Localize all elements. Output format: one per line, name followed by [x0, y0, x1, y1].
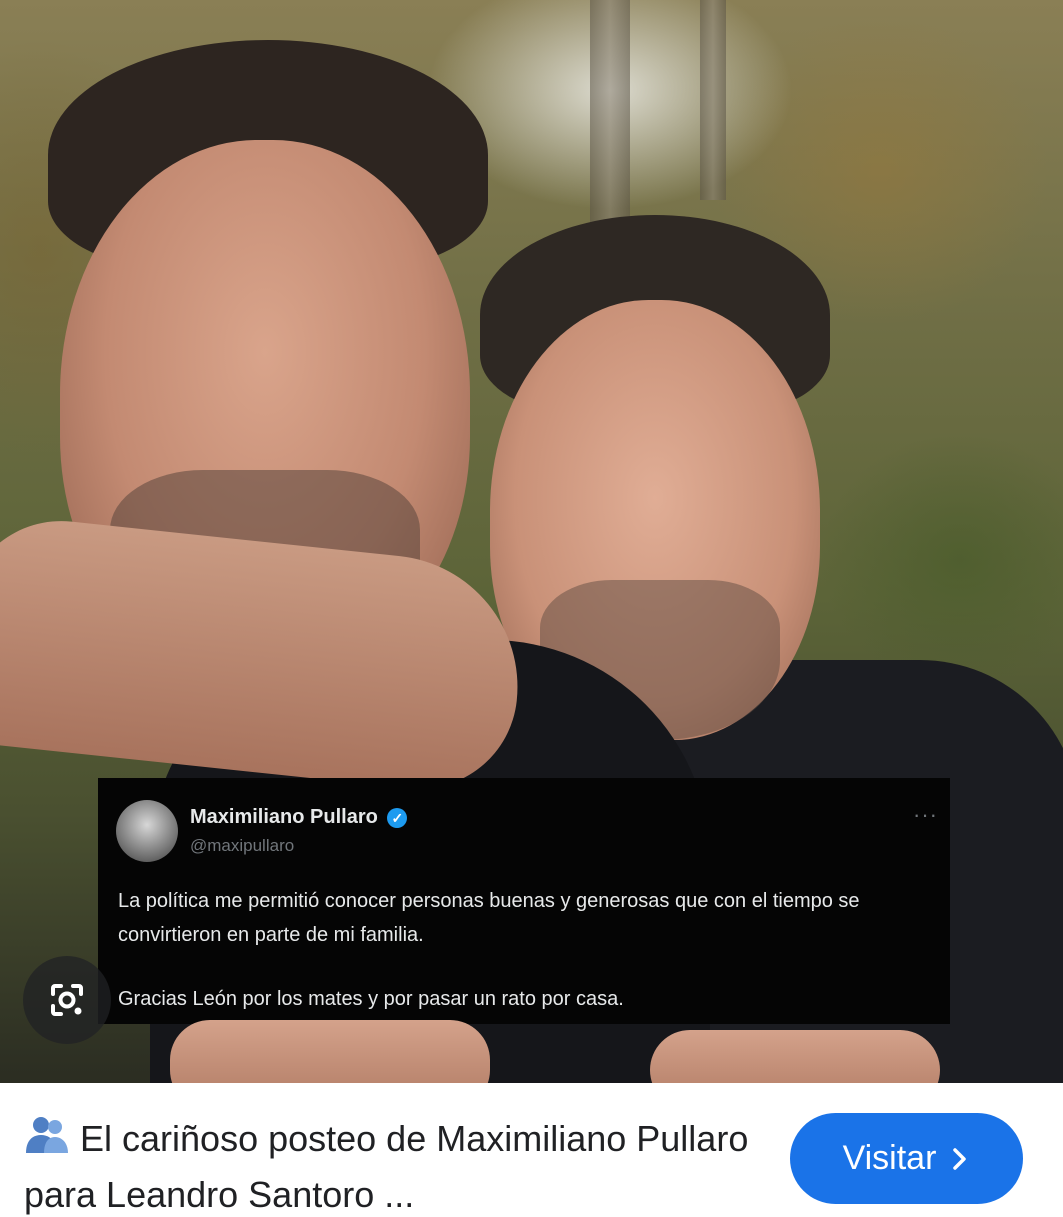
tweet-author-name-text: Maximiliano Pullaro: [190, 806, 378, 828]
result-title[interactable]: El cariñoso posteo de Maximiliano Pullar…: [24, 1113, 764, 1217]
google-lens-button[interactable]: [23, 956, 111, 1044]
tweet-handle: @maxipullaro: [190, 836, 295, 855]
hand: [170, 1020, 490, 1083]
person-arm: [0, 511, 531, 799]
visit-button[interactable]: Visitar: [790, 1113, 1023, 1204]
google-lens-icon: [51, 984, 83, 1016]
tweet-text-line2: Gracias León por los mates y por pasar u…: [118, 988, 624, 1010]
tweet-text-line1: La política me permitió conocer personas…: [118, 890, 860, 946]
chevron-right-icon: [953, 1147, 967, 1170]
tree-trunk: [700, 0, 726, 200]
tweet-author-name: Maximiliano Pullaro ✓: [190, 806, 408, 829]
visit-label: Visitar: [842, 1139, 937, 1177]
verified-badge-icon: ✓: [387, 807, 408, 828]
tweet-screenshot: Maximiliano Pullaro ✓ @maxipullaro ··· L…: [98, 778, 950, 1024]
image-result-viewer: Maximiliano Pullaro ✓ @maxipullaro ··· L…: [0, 0, 1063, 1217]
people-hugging-icon: [24, 1115, 70, 1169]
more-horizontal-icon: ···: [913, 802, 938, 827]
result-image[interactable]: Maximiliano Pullaro ✓ @maxipullaro ··· L…: [0, 0, 1063, 1083]
result-title-text: El cariñoso posteo de Maximiliano Pullar…: [24, 1118, 749, 1215]
tweet-avatar: [116, 800, 178, 862]
hand: [650, 1030, 940, 1083]
